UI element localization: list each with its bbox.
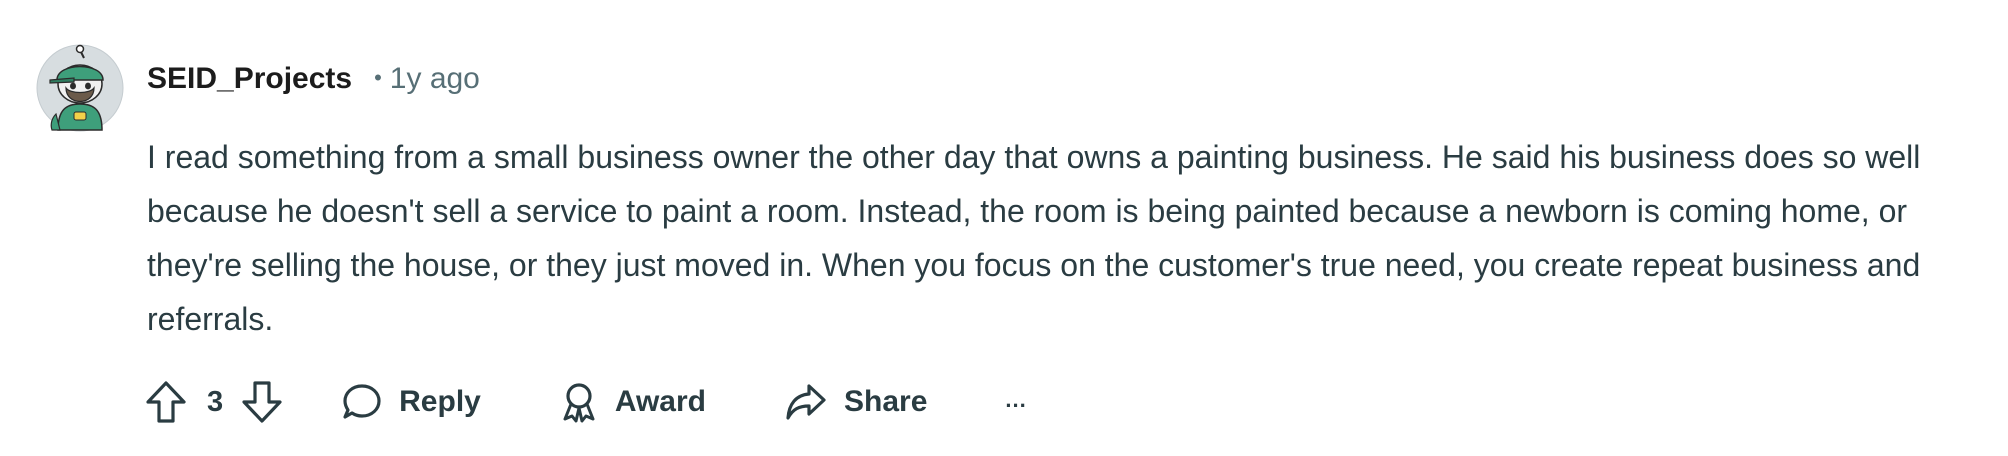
meta-separator: • [374,65,382,90]
award-label: Award [614,385,706,418]
comment-body: I read something from a small business o… [147,139,1921,337]
comment-card: SEID_Projects • 1y ago I read something … [0,0,2008,456]
vote-controls: 3 [145,380,283,424]
more-options-button[interactable]: ... [1005,387,1027,415]
share-label: Share [844,385,928,418]
award-ribbon-icon [559,381,599,423]
comment-timestamp[interactable]: 1y ago [390,62,480,96]
snoo-avatar-icon [36,44,124,132]
author-username[interactable]: SEID_Projects [147,62,352,96]
share-arrow-icon [784,382,828,422]
ellipsis-icon: ... [1005,387,1027,412]
speech-bubble-icon [341,382,383,422]
user-avatar[interactable] [36,44,124,132]
share-button[interactable]: Share [784,382,927,422]
comment-action-bar: 3 Reply Award Share ... [145,372,1027,432]
reply-label: Reply [399,385,481,418]
comment-header: SEID_Projects • 1y ago [147,62,480,96]
reply-button[interactable]: Reply [341,382,481,422]
award-button[interactable]: Award [559,381,706,423]
upvote-arrow-icon[interactable] [145,380,187,424]
vote-score: 3 [207,385,224,418]
downvote-arrow-icon[interactable] [241,380,283,424]
